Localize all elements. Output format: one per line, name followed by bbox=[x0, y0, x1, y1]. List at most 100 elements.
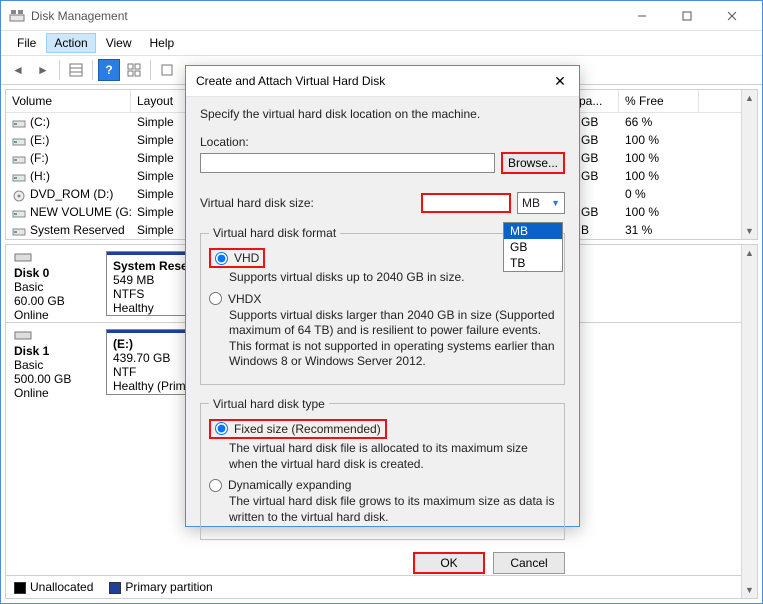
disk-meta: Disk 1Basic500.00 GBOnline bbox=[6, 323, 106, 401]
legend-unalloc-label: Unallocated bbox=[30, 580, 93, 594]
dialog-titlebar: Create and Attach Virtual Hard Disk ✕ bbox=[186, 66, 579, 97]
partition-name: System Rese bbox=[113, 259, 189, 273]
properties-icon[interactable] bbox=[156, 59, 178, 81]
unit-option-mb[interactable]: MB bbox=[504, 223, 562, 239]
window-title: Disk Management bbox=[31, 9, 619, 23]
app-icon bbox=[9, 8, 25, 24]
radio-vhdx-input[interactable] bbox=[209, 292, 222, 305]
disk-capacity: 60.00 GB bbox=[14, 294, 98, 308]
partition[interactable]: System Rese549 MB NTFSHealthy (Syste bbox=[106, 251, 196, 316]
dialog-close-button[interactable]: ✕ bbox=[551, 72, 569, 90]
disk-label: Disk 0 bbox=[14, 266, 98, 280]
radio-vhdx[interactable]: VHDX bbox=[209, 292, 556, 306]
partition-size: 549 MB NTFS bbox=[113, 273, 189, 301]
dynamic-desc: The virtual hard disk file grows to its … bbox=[229, 494, 556, 525]
size-unit-value: MB bbox=[522, 196, 540, 210]
forward-icon[interactable]: ► bbox=[32, 59, 54, 81]
size-input[interactable] bbox=[421, 193, 511, 213]
create-vhd-dialog: Create and Attach Virtual Hard Disk ✕ Sp… bbox=[185, 65, 580, 527]
radio-fixed[interactable]: Fixed size (Recommended) bbox=[209, 419, 387, 439]
view-grid-icon[interactable] bbox=[123, 59, 145, 81]
volume-free: 31 % bbox=[619, 221, 699, 239]
volume-name: (C:) bbox=[30, 115, 50, 129]
radio-vhdx-label: VHDX bbox=[228, 292, 261, 306]
radio-dynamic-input[interactable] bbox=[209, 479, 222, 492]
location-input[interactable] bbox=[200, 153, 495, 173]
chevron-down-icon: ▼ bbox=[551, 198, 560, 208]
browse-button[interactable]: Browse... bbox=[501, 152, 565, 174]
volume-icon bbox=[12, 154, 26, 164]
type-fieldset: Virtual hard disk type Fixed size (Recom… bbox=[200, 397, 565, 540]
volume-name: (H:) bbox=[30, 169, 50, 183]
type-legend: Virtual hard disk type bbox=[209, 397, 329, 411]
menu-file[interactable]: File bbox=[9, 33, 44, 53]
disk-type: Basic bbox=[14, 358, 98, 372]
disk-capacity: 500.00 GB bbox=[14, 372, 98, 386]
view-list-icon[interactable] bbox=[65, 59, 87, 81]
legend-unalloc-swatch bbox=[14, 582, 26, 594]
disk-status: Online bbox=[14, 386, 98, 400]
menu-action[interactable]: Action bbox=[46, 33, 95, 53]
ok-button[interactable]: OK bbox=[413, 552, 485, 574]
disk-icon bbox=[14, 251, 98, 266]
volume-name: DVD_ROM (D:) bbox=[30, 187, 113, 201]
format-legend: Virtual hard disk format bbox=[209, 226, 340, 240]
legend-primary-swatch bbox=[109, 582, 121, 594]
radio-dynamic[interactable]: Dynamically expanding bbox=[209, 478, 556, 492]
close-button[interactable] bbox=[709, 2, 754, 30]
volume-free: 100 % bbox=[619, 167, 699, 185]
volume-layout: Simple bbox=[131, 185, 189, 203]
help-icon[interactable]: ? bbox=[98, 59, 120, 81]
location-label: Location: bbox=[200, 135, 565, 149]
menu-view[interactable]: View bbox=[98, 33, 140, 53]
vhd-desc: Supports virtual disks up to 2040 GB in … bbox=[229, 270, 556, 286]
volume-icon bbox=[12, 172, 26, 182]
volume-free: 66 % bbox=[619, 113, 699, 131]
scroll-up-icon[interactable]: ▲ bbox=[742, 245, 758, 261]
menu-help[interactable]: Help bbox=[142, 33, 183, 53]
volume-free: 100 % bbox=[619, 203, 699, 221]
partition-name: (E:) bbox=[113, 337, 189, 351]
back-icon[interactable]: ◄ bbox=[7, 59, 29, 81]
maximize-button[interactable] bbox=[664, 2, 709, 30]
unit-option-tb[interactable]: TB bbox=[504, 255, 562, 271]
scrollbar-vertical[interactable]: ▲ ▼ bbox=[741, 245, 757, 598]
radio-dynamic-label: Dynamically expanding bbox=[228, 478, 351, 492]
size-unit-select[interactable]: MB ▼ bbox=[517, 192, 565, 214]
partition-status: Healthy (Syste bbox=[113, 301, 189, 316]
menubar: File Action View Help bbox=[1, 31, 762, 56]
scrollbar-vertical[interactable]: ▲ ▼ bbox=[741, 90, 757, 239]
volume-layout: Simple bbox=[131, 113, 189, 131]
volume-icon bbox=[12, 226, 26, 236]
radio-fixed-input[interactable] bbox=[215, 422, 228, 435]
radio-vhd-input[interactable] bbox=[215, 252, 228, 265]
partition[interactable]: (E:)439.70 GB NTFHealthy (Prim bbox=[106, 329, 196, 395]
volume-name: NEW VOLUME (G:) bbox=[30, 205, 131, 219]
disk-icon bbox=[14, 329, 98, 344]
volume-name: (F:) bbox=[30, 151, 49, 165]
radio-vhd-label: VHD bbox=[234, 251, 259, 265]
cancel-button[interactable]: Cancel bbox=[493, 552, 565, 574]
col-volume[interactable]: Volume bbox=[6, 90, 131, 112]
scroll-down-icon[interactable]: ▼ bbox=[742, 582, 758, 598]
disk-meta: Disk 0Basic60.00 GBOnline bbox=[6, 245, 106, 322]
volume-layout: Simple bbox=[131, 149, 189, 167]
volume-layout: Simple bbox=[131, 167, 189, 185]
scroll-down-icon[interactable]: ▼ bbox=[742, 223, 758, 239]
scroll-up-icon[interactable]: ▲ bbox=[742, 90, 758, 106]
titlebar: Disk Management bbox=[1, 1, 762, 31]
unit-option-gb[interactable]: GB bbox=[504, 239, 562, 255]
col-layout[interactable]: Layout bbox=[131, 90, 189, 112]
radio-vhd[interactable]: VHD bbox=[209, 248, 265, 268]
volume-icon bbox=[12, 118, 26, 128]
col-free[interactable]: % Free bbox=[619, 90, 699, 112]
partition-status: Healthy (Prim bbox=[113, 379, 189, 393]
disk-label: Disk 1 bbox=[14, 344, 98, 358]
size-unit-dropdown[interactable]: MB GB TB bbox=[503, 222, 563, 272]
minimize-button[interactable] bbox=[619, 2, 664, 30]
dialog-intro: Specify the virtual hard disk location o… bbox=[200, 107, 565, 121]
partition-size: 439.70 GB NTF bbox=[113, 351, 189, 379]
volume-icon bbox=[12, 208, 26, 218]
fixed-desc: The virtual hard disk file is allocated … bbox=[229, 441, 556, 472]
volume-name: System Reserved bbox=[30, 223, 125, 237]
